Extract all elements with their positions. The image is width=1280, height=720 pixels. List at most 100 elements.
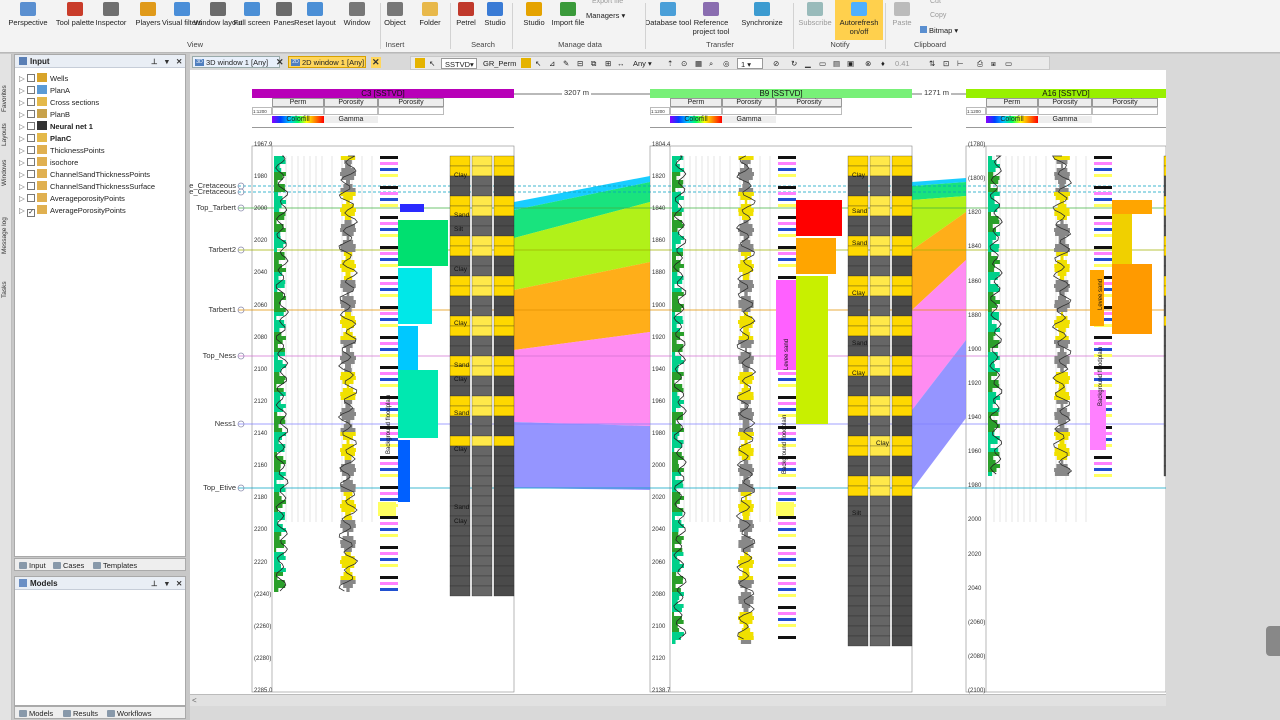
chart-icon[interactable]: ▁	[805, 58, 811, 69]
pin-icon[interactable]: ⊥	[151, 57, 158, 66]
layout-icon[interactable]: ▭	[819, 58, 826, 69]
select-icon[interactable]: ↖	[535, 58, 541, 69]
expand-icon[interactable]: ▷	[19, 181, 27, 193]
tab-models[interactable]: Models	[17, 708, 53, 719]
checkbox[interactable]	[27, 74, 35, 82]
expand-icon[interactable]: ▷	[19, 145, 27, 157]
track-header[interactable]: Perm Porosity Porosity 1:1200 Colorfill Gamma	[252, 98, 514, 128]
tab-templates[interactable]: Templates	[91, 560, 137, 571]
bookmark-icon[interactable]: ⊟	[577, 58, 583, 69]
arrange-icon[interactable]: ⇡	[667, 58, 673, 69]
camera-icon[interactable]: ▣	[847, 58, 854, 69]
tree-item[interactable]: ▷ ChannelSandThicknessPoints	[19, 169, 150, 181]
track-header[interactable]: Perm Porosity Porosity 1:1200 Colorfill Gamma	[966, 98, 1166, 128]
expand-icon[interactable]: ▷	[19, 133, 27, 145]
tab-layouts[interactable]: Layouts	[1, 116, 11, 146]
tree-item[interactable]: ▷ AverageporosityPoints	[19, 193, 125, 205]
horizontal-scrollbar[interactable]: <	[190, 694, 1166, 706]
lamp-icon[interactable]: ♦	[881, 58, 885, 69]
track-header[interactable]: Perm Porosity Porosity 1:1200 Colorfill Gamma	[650, 98, 912, 128]
synchronize-button[interactable]: Synchronize	[734, 0, 790, 40]
tree-item[interactable]: ▷ Neural net 1	[19, 121, 93, 133]
tree-item[interactable]: ▷ PlanB	[19, 109, 70, 121]
tab-3d-window[interactable]: 3D 3D window 1 [Any]	[192, 56, 280, 68]
well-section-canvas[interactable]: C3 [SSTVD] Perm Porosity Porosity 1:1200 Colo…	[189, 70, 1166, 694]
grid-icon[interactable]: ▦	[695, 58, 702, 69]
tab-favorites[interactable]: Favorites	[1, 68, 11, 112]
export-icon[interactable]: ⧆	[991, 58, 996, 69]
close-2d-window-icon[interactable]: ✕	[371, 57, 381, 68]
checkbox[interactable]	[27, 122, 35, 130]
scroll-left-icon[interactable]: <	[192, 696, 197, 705]
checkbox[interactable]	[27, 170, 35, 178]
tab-input[interactable]: Input	[17, 560, 46, 571]
expand-icon[interactable]: ▷	[19, 109, 27, 121]
tab-tasks[interactable]: Tasks	[1, 268, 11, 298]
checkbox[interactable]	[27, 158, 35, 166]
lock-icon[interactable]	[415, 58, 425, 68]
target-icon[interactable]: ◎	[723, 58, 730, 69]
settings-icon[interactable]: ⊗	[865, 58, 871, 69]
print-icon[interactable]: ⎙	[977, 58, 983, 69]
expand-icon[interactable]: ▷	[19, 193, 27, 205]
expand-icon[interactable]: ▷	[19, 97, 27, 109]
checkbox[interactable]	[27, 134, 35, 142]
bitmap-button[interactable]: Bitmap ▾	[920, 26, 958, 38]
copy-button[interactable]: Copy	[930, 11, 946, 23]
zoom-icon[interactable]: ⌕	[709, 58, 713, 69]
expand-icon[interactable]: ▷	[19, 85, 27, 97]
tree-item[interactable]: ▷ ✓ AveragePorosityPoints	[19, 205, 126, 217]
checkbox[interactable]	[27, 86, 35, 94]
tab-cases[interactable]: Cases	[51, 560, 84, 571]
tool-icon[interactable]	[521, 58, 531, 68]
table-icon[interactable]: ▤	[833, 58, 840, 69]
edit-icon[interactable]: ⧉	[591, 58, 596, 69]
side-handle-icon[interactable]	[1266, 626, 1280, 656]
view-icon[interactable]: ⊙	[681, 58, 687, 69]
expand-icon[interactable]: ▷	[19, 157, 27, 169]
checkbox[interactable]	[27, 182, 35, 190]
managers-button[interactable]: Managers ▾	[586, 11, 625, 23]
checkbox[interactable]	[27, 110, 35, 118]
tree-item[interactable]: ▷ isochore	[19, 157, 78, 169]
zoom-select[interactable]: 1 ▾	[737, 58, 763, 69]
checkbox[interactable]: ✓	[27, 209, 35, 217]
sort-icon[interactable]: ⇅	[929, 58, 935, 69]
expand-icon[interactable]: ▷	[19, 169, 27, 181]
log-select[interactable]: GR_Perm	[483, 58, 516, 69]
horizontal-scale-icon[interactable]: ⊢	[957, 58, 964, 69]
close-3d-window-icon[interactable]: ✕	[276, 57, 284, 68]
tab-windows[interactable]: Windows	[1, 150, 11, 186]
pen-icon[interactable]: ✎	[563, 58, 569, 69]
pin-icon[interactable]: ⊥	[151, 579, 158, 588]
tree-item[interactable]: ▷ PlanC	[19, 133, 71, 145]
expand-icon[interactable]: ▷	[19, 121, 27, 133]
tab-workflows[interactable]: Workflows	[105, 708, 151, 719]
tab-message-log[interactable]: Message log	[1, 204, 11, 254]
vertical-scale-icon[interactable]: ⊡	[943, 58, 949, 69]
dropdown-icon[interactable]: ▾	[165, 579, 169, 588]
filter-select[interactable]: Any ▾	[633, 58, 652, 69]
tree-item[interactable]: ▷ Cross sections	[19, 97, 99, 109]
checkbox[interactable]	[27, 194, 35, 202]
ruler-icon[interactable]: ⊿	[549, 58, 555, 69]
tree-item[interactable]: ▷ ChannelSandThicknessSurface	[19, 181, 155, 193]
checkbox[interactable]	[27, 98, 35, 106]
tab-2d-window[interactable]: 2D 2D window 1 [Any]	[288, 56, 366, 68]
close-icon[interactable]: ✕	[176, 57, 182, 66]
value-field[interactable]: 0.41	[895, 58, 910, 69]
expand-icon[interactable]: ▷	[19, 73, 27, 85]
reset-icon[interactable]: ⊘	[773, 58, 779, 69]
tree-item[interactable]: ▷ PlanA	[19, 85, 70, 97]
stack-icon[interactable]: ⊞	[605, 58, 611, 69]
dropdown-icon[interactable]: ▾	[165, 57, 169, 66]
tree-item[interactable]: ▷ Wells	[19, 73, 68, 85]
reference-project-tool-button[interactable]: Reference project tool	[683, 0, 739, 40]
tree-item[interactable]: ▷ ThicknessPoints	[19, 145, 105, 157]
close-icon[interactable]: ✕	[176, 579, 182, 588]
tab-results[interactable]: Results	[61, 708, 98, 719]
checkbox[interactable]	[27, 146, 35, 154]
pointer-icon[interactable]: ↖	[429, 58, 435, 69]
rotate-icon[interactable]: ↻	[791, 58, 797, 69]
edit-tools-icon[interactable]: ↔	[617, 58, 625, 69]
